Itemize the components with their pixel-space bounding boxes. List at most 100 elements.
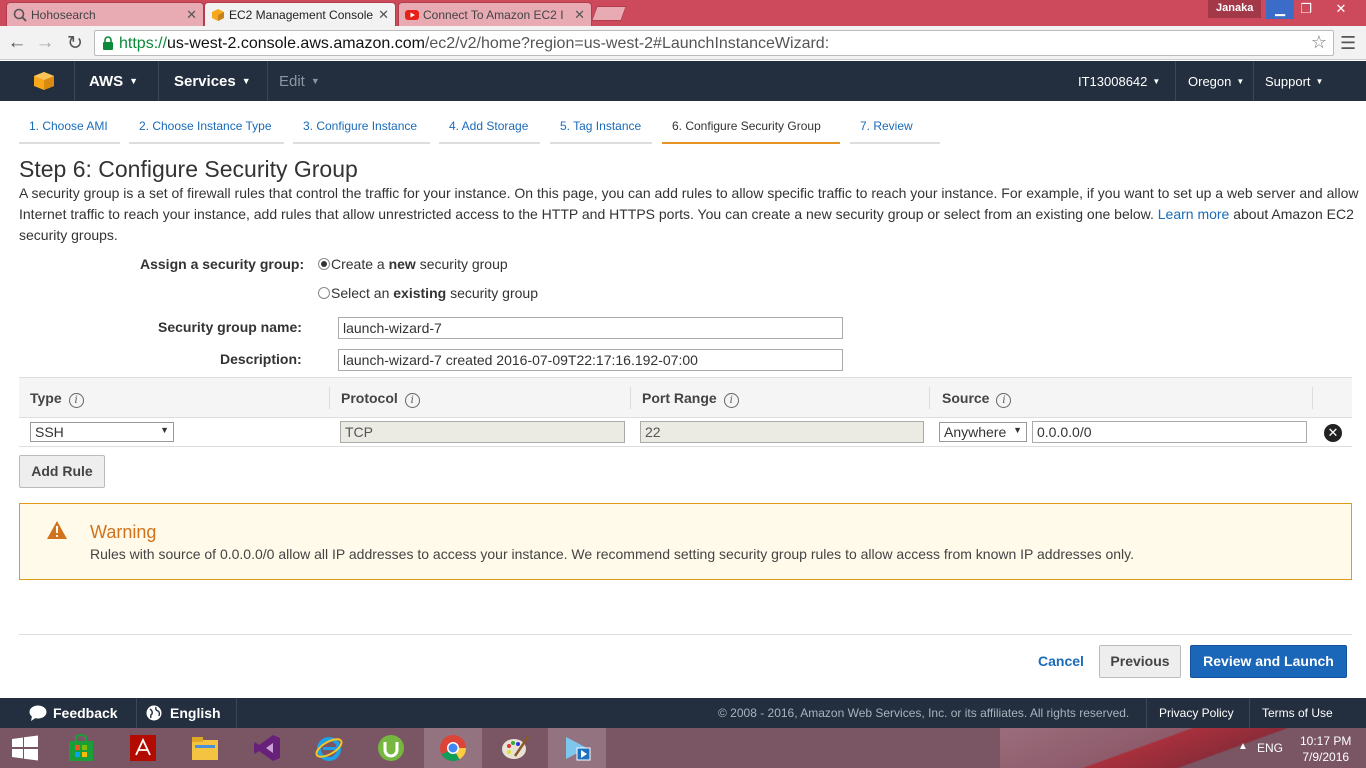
assign-label: Assign a security group: xyxy=(140,256,305,272)
cancel-button[interactable]: Cancel xyxy=(1038,653,1084,669)
description-input[interactable]: launch-wizard-7 created 2016-07-09T22:17… xyxy=(338,349,843,371)
rule-port-range-input: 22 xyxy=(640,421,924,443)
taskbar-internet-explorer[interactable] xyxy=(300,728,358,768)
info-icon[interactable]: i xyxy=(404,393,420,408)
support-menu[interactable]: Support ▼ xyxy=(1265,74,1323,89)
browser-profile[interactable]: Janaka xyxy=(1208,0,1262,18)
tray-overflow-icon[interactable]: ▲ xyxy=(1238,741,1248,768)
col-divider xyxy=(929,387,930,409)
divider xyxy=(19,634,1352,635)
reload-icon[interactable]: ↻ xyxy=(64,32,86,55)
aws-cube-icon[interactable] xyxy=(33,71,55,91)
radio-create-new[interactable]: Create a new security group xyxy=(318,256,508,272)
learn-more-link[interactable]: Learn more xyxy=(1158,206,1230,222)
col-source: Source i xyxy=(942,390,1012,408)
window-close-button[interactable]: ✕ xyxy=(1326,0,1356,19)
info-icon[interactable]: i xyxy=(996,393,1012,408)
feedback-link[interactable]: Feedback xyxy=(29,705,118,721)
col-type: Type i xyxy=(30,390,84,408)
taskbar-acrobat[interactable] xyxy=(114,728,172,768)
lock-icon xyxy=(103,36,113,50)
restore-button[interactable]: ❐ xyxy=(1292,0,1320,19)
start-button[interactable] xyxy=(0,728,50,768)
utorrent-icon xyxy=(378,735,404,761)
close-icon[interactable]: ✕ xyxy=(186,7,197,23)
taskbar-visual-studio[interactable] xyxy=(238,728,296,768)
hamburger-menu-icon[interactable]: ☰ xyxy=(1340,33,1356,54)
terms-of-use-link[interactable]: Terms of Use xyxy=(1262,706,1333,720)
col-divider xyxy=(329,387,330,409)
back-arrow-icon[interactable]: ← xyxy=(6,32,28,54)
address-bar[interactable]: https://us-west-2.console.aws.amazon.com… xyxy=(94,30,1334,56)
minimize-button[interactable]: ▁ xyxy=(1266,0,1294,19)
rule-source-cidr-input[interactable]: 0.0.0.0/0 xyxy=(1032,421,1307,443)
step-review[interactable]: 7. Review xyxy=(850,112,940,144)
new-tab-button[interactable] xyxy=(591,6,627,21)
radio-button[interactable] xyxy=(318,258,330,270)
account-menu[interactable]: IT13008642 ▼ xyxy=(1078,74,1160,89)
radio-button[interactable] xyxy=(318,287,330,299)
taskbar-file-explorer[interactable] xyxy=(176,728,234,768)
step-choose-instance-type[interactable]: 2. Choose Instance Type xyxy=(129,112,284,144)
privacy-policy-link[interactable]: Privacy Policy xyxy=(1159,706,1234,720)
services-menu[interactable]: Services ▼ xyxy=(174,73,251,90)
remove-rule-icon[interactable]: ✕ xyxy=(1324,424,1342,442)
close-icon[interactable]: ✕ xyxy=(375,7,389,23)
step-add-storage[interactable]: 4. Add Storage xyxy=(439,112,540,144)
edit-menu[interactable]: Edit ▼ xyxy=(279,73,320,90)
warning-title: Warning xyxy=(90,522,157,542)
taskbar-paint[interactable] xyxy=(486,728,544,768)
windows-start-icon xyxy=(12,735,38,761)
bookmark-star-icon[interactable]: ☆ xyxy=(1311,32,1327,53)
review-and-launch-button[interactable]: Review and Launch xyxy=(1190,645,1347,678)
chevron-down-icon: ▼ xyxy=(129,76,139,86)
info-icon[interactable]: i xyxy=(68,393,84,408)
chevron-down-icon: ▼ xyxy=(160,425,169,435)
chrome-icon xyxy=(440,735,467,762)
footer-divider xyxy=(236,698,237,728)
media-player-icon xyxy=(566,737,591,761)
taskbar-utorrent[interactable] xyxy=(362,728,420,768)
warning-icon xyxy=(47,521,67,539)
taskbar-chrome[interactable] xyxy=(424,728,482,768)
region-menu[interactable]: Oregon ▼ xyxy=(1188,74,1244,89)
radio-select-existing[interactable]: Select an existing security group xyxy=(318,285,538,301)
close-icon[interactable]: ✕ xyxy=(571,7,585,23)
browser-tab-youtube[interactable]: Connect To Amazon EC2 I ✕ xyxy=(398,2,592,26)
rule-protocol-input: TCP xyxy=(340,421,625,443)
info-icon[interactable]: i xyxy=(723,393,739,408)
security-group-name-input[interactable]: launch-wizard-7 xyxy=(338,317,843,339)
taskbar-clock[interactable]: 10:17 PM 7/9/2016 xyxy=(1300,733,1351,768)
youtube-icon xyxy=(405,10,419,20)
step-tag-instance[interactable]: 5. Tag Instance xyxy=(550,112,652,144)
aws-footer: Feedback English © 2008 - 2016, Amazon W… xyxy=(0,698,1366,728)
clock-date: 7/9/2016 xyxy=(1302,750,1350,764)
step-configure-instance[interactable]: 3. Configure Instance xyxy=(293,112,430,144)
search-icon xyxy=(13,8,27,22)
add-rule-button[interactable]: Add Rule xyxy=(19,455,105,488)
tab-title: EC2 Management Console xyxy=(229,8,374,22)
acrobat-icon xyxy=(130,735,156,761)
step-choose-ami[interactable]: 1. Choose AMI xyxy=(19,112,120,144)
browser-tab-ec2[interactable]: EC2 Management Console ✕ xyxy=(204,2,396,27)
browser-tab-hohosearch[interactable]: Hohosearch ✕ xyxy=(6,2,204,26)
url-text: https://us-west-2.console.aws.amazon.com… xyxy=(119,35,830,52)
file-explorer-icon xyxy=(192,737,218,760)
previous-button[interactable]: Previous xyxy=(1099,645,1181,678)
paint-icon xyxy=(502,736,529,759)
visual-studio-icon xyxy=(254,735,280,761)
chevron-down-icon: ▼ xyxy=(241,76,251,86)
forward-arrow-icon[interactable]: → xyxy=(34,32,56,54)
rule-source-select[interactable]: Anywhere ▼ xyxy=(939,422,1027,442)
chevron-down-icon: ▼ xyxy=(1236,77,1245,86)
taskbar-store[interactable] xyxy=(52,728,110,768)
footer-divider xyxy=(1249,698,1250,728)
taskbar-media-player[interactable] xyxy=(548,728,606,768)
aws-menu[interactable]: AWS ▼ xyxy=(89,73,138,90)
rule-type-select[interactable]: SSH ▼ xyxy=(30,422,174,442)
input-language[interactable]: ENG xyxy=(1257,741,1283,768)
intro-text: A security group is a set of firewall ru… xyxy=(19,185,1359,243)
step-configure-security-group[interactable]: 6. Configure Security Group xyxy=(662,112,840,144)
language-selector[interactable]: English xyxy=(146,705,221,721)
description-label: Description: xyxy=(220,351,302,367)
